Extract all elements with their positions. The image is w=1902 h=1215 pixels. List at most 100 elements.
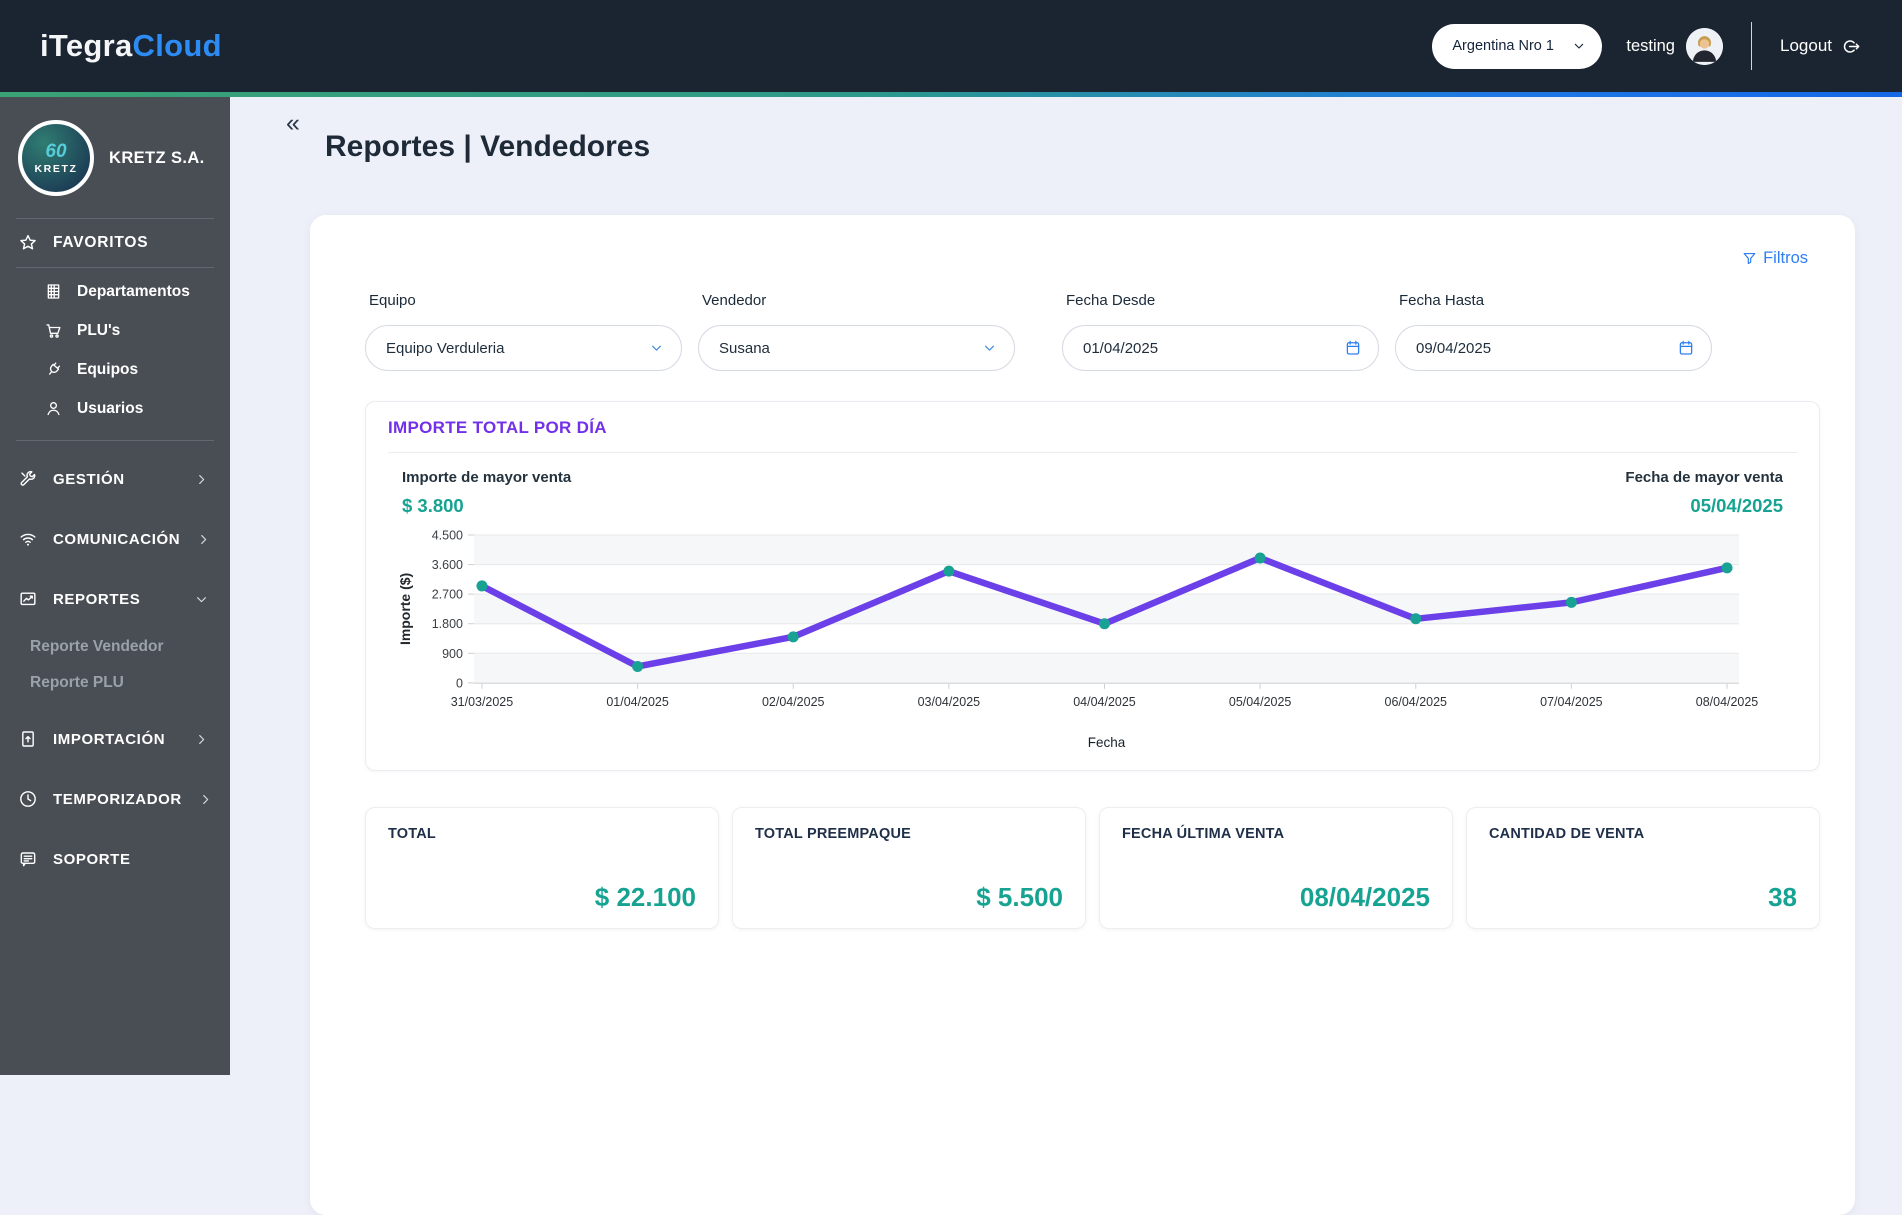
sidebar-section-label: REPORTES <box>53 590 141 608</box>
svg-text:1.800: 1.800 <box>432 617 463 631</box>
fecha-hasta-label: Fecha Hasta <box>1399 292 1485 309</box>
sidebar-item-usuarios[interactable]: Usuarios <box>0 389 230 428</box>
sidebar-sections: GESTIÓN COMUNICACIÓN REPORTES Reporte Vende… <box>0 441 230 897</box>
fecha-hasta-input[interactable] <box>1416 339 1667 357</box>
filters-toggle-link[interactable]: Filtros <box>1741 249 1808 268</box>
sidebar-section-label: GESTIÓN <box>53 470 125 488</box>
tools-icon <box>18 469 38 489</box>
fecha-desde-input-wrap <box>1062 325 1379 371</box>
svg-text:06/04/2025: 06/04/2025 <box>1385 695 1448 709</box>
chart-card-divider <box>388 452 1797 453</box>
svg-text:0: 0 <box>456 676 463 690</box>
logout-button[interactable]: Logout <box>1780 36 1862 57</box>
sidebar-item-reporte-vendedor[interactable]: Reporte Vendedor <box>0 629 230 665</box>
sidebar-section-reportes[interactable]: REPORTES <box>0 569 230 629</box>
sidebar-collapse-button[interactable]: « <box>286 109 300 138</box>
store-selector-value: Argentina Nro 1 <box>1452 38 1554 54</box>
sidebar: 60 KRETZ KRETZ S.A. FAVORITOS Departamen… <box>0 97 230 1075</box>
chart-card-title: IMPORTE TOTAL POR DÍA <box>388 418 607 437</box>
sidebar-item-equipos[interactable]: Equipos <box>0 350 230 389</box>
store-selector[interactable]: Argentina Nro 1 <box>1432 23 1603 69</box>
sidebar-item-departamentos[interactable]: Departamentos <box>0 272 230 311</box>
sidebar-sublist-reportes: Reporte Vendedor Reporte PLU <box>0 629 230 709</box>
filter-row: Equipo Equipo Verduleria Vendedor Susana… <box>365 292 1820 371</box>
sidebar-section-temporizador[interactable]: TEMPORIZADOR <box>0 769 230 829</box>
fecha-hasta-input-wrap <box>1395 325 1712 371</box>
equipo-label: Equipo <box>369 292 416 309</box>
user-box[interactable]: testing <box>1626 27 1723 65</box>
main-content: « Reportes | Vendedores Filtros Equipo E… <box>230 97 1902 1215</box>
max-sale-label: Importe de mayor venta <box>402 469 572 486</box>
chevron-right-icon <box>193 471 210 488</box>
calendar-icon[interactable] <box>1344 339 1362 357</box>
calendar-icon[interactable] <box>1677 339 1695 357</box>
svg-text:Importe ($): Importe ($) <box>397 573 413 645</box>
sidebar-item-label: Equipos <box>77 360 139 378</box>
max-sale-block: Importe de mayor venta $ 3.800 <box>402 469 571 517</box>
equipo-select-value: Equipo Verduleria <box>386 339 505 357</box>
sidebar-item-label: Departamentos <box>77 282 190 300</box>
username-label: testing <box>1626 36 1675 55</box>
chart-summary-row: Importe de mayor venta $ 3.800 Fecha de … <box>402 469 1783 517</box>
vendedor-select[interactable]: Susana <box>698 325 1015 371</box>
header-right-group: Argentina Nro 1 testing Logout <box>1432 22 1862 70</box>
stat-value: 08/04/2025 <box>1299 881 1430 912</box>
fecha-desde-input[interactable] <box>1083 339 1334 357</box>
filter-fecha-desde: Fecha Desde <box>1062 292 1379 371</box>
filter-vendedor: Vendedor Susana <box>698 292 1015 371</box>
page-title-section: Reportes | <box>325 130 472 163</box>
filters-link-label: Filtros <box>1763 249 1808 267</box>
equipo-select[interactable]: Equipo Verduleria <box>365 325 682 371</box>
svg-text:08/04/2025: 08/04/2025 <box>1696 695 1759 709</box>
page-title: Reportes | Vendedores <box>325 130 650 164</box>
vendedor-label: Vendedor <box>702 292 767 309</box>
sidebar-section-importaci-n[interactable]: IMPORTACIÓN <box>0 709 230 769</box>
max-date-value: 05/04/2025 <box>1690 495 1783 516</box>
header-divider <box>1751 22 1752 70</box>
sidebar-section-gesti-n[interactable]: GESTIÓN <box>0 449 230 509</box>
company-avatar-kretz: KRETZ <box>34 162 78 175</box>
logo-text-itegra: iTegra <box>40 28 133 63</box>
vendedor-select-value: Susana <box>719 339 770 357</box>
svg-text:4.500: 4.500 <box>432 528 463 542</box>
stat-card-cantidad-de-venta: CANTIDAD DE VENTA 38 <box>1466 806 1820 929</box>
stat-value: 38 <box>1768 881 1797 912</box>
filters-link-row: Filtros <box>365 233 1820 268</box>
max-sale-value: $ 3.800 <box>402 495 464 516</box>
svg-text:Fecha: Fecha <box>1088 735 1126 750</box>
chevron-down-icon <box>1571 38 1587 54</box>
stat-label: CANTIDAD DE VENTA <box>1489 825 1645 842</box>
page-title-sub: Vendedores <box>480 130 651 163</box>
support-icon <box>18 849 38 869</box>
report-chart-icon <box>18 589 38 609</box>
favoritos-label: FAVORITOS <box>53 234 149 251</box>
sidebar-section-soporte[interactable]: SOPORTE <box>0 829 230 889</box>
clock-icon <box>18 789 38 809</box>
stat-label: TOTAL <box>388 825 436 842</box>
svg-text:02/04/2025: 02/04/2025 <box>762 695 825 709</box>
chevron-down-icon <box>193 591 210 608</box>
stat-value: $ 22.100 <box>594 881 696 912</box>
sidebar-item-label: PLU's <box>77 321 121 339</box>
top-header: iTegraCloud Argentina Nro 1 testing Logo… <box>0 0 1902 92</box>
sidebar-item-reporte-plu[interactable]: Reporte PLU <box>0 665 230 701</box>
line-chart: 4.500 3.600 2.700 1.800 900 0 31/03/2025 01/04/… <box>388 523 1797 760</box>
stat-value: $ 5.500 <box>976 881 1063 912</box>
star-icon <box>18 233 38 253</box>
stat-card-total-preempaque: TOTAL PREEMPAQUE $ 5.500 <box>732 806 1086 929</box>
stats-row: TOTAL $ 22.100 TOTAL PREEMPAQUE $ 5.500 FECH… <box>365 806 1820 929</box>
funnel-icon <box>1741 250 1758 267</box>
svg-text:31/03/2025: 31/03/2025 <box>451 695 514 709</box>
sidebar-item-favoritos[interactable]: FAVORITOS <box>0 219 230 267</box>
daily-total-chart-card: IMPORTE TOTAL POR DÍA Importe de mayor v… <box>365 401 1820 771</box>
logout-icon <box>1841 36 1862 57</box>
filter-fecha-hasta: Fecha Hasta <box>1395 292 1712 371</box>
app-logo[interactable]: iTegraCloud <box>40 28 222 64</box>
sidebar-item-plu-s[interactable]: PLU's <box>0 311 230 350</box>
sidebar-section-comunicaci-n[interactable]: COMUNICACIÓN <box>0 509 230 569</box>
stat-label: TOTAL PREEMPAQUE <box>755 825 912 842</box>
svg-text:05/04/2025: 05/04/2025 <box>1229 695 1292 709</box>
max-date-label: Fecha de mayor venta <box>1625 469 1783 486</box>
company-name: KRETZ S.A. <box>109 148 205 167</box>
user-avatar[interactable] <box>1686 27 1723 65</box>
